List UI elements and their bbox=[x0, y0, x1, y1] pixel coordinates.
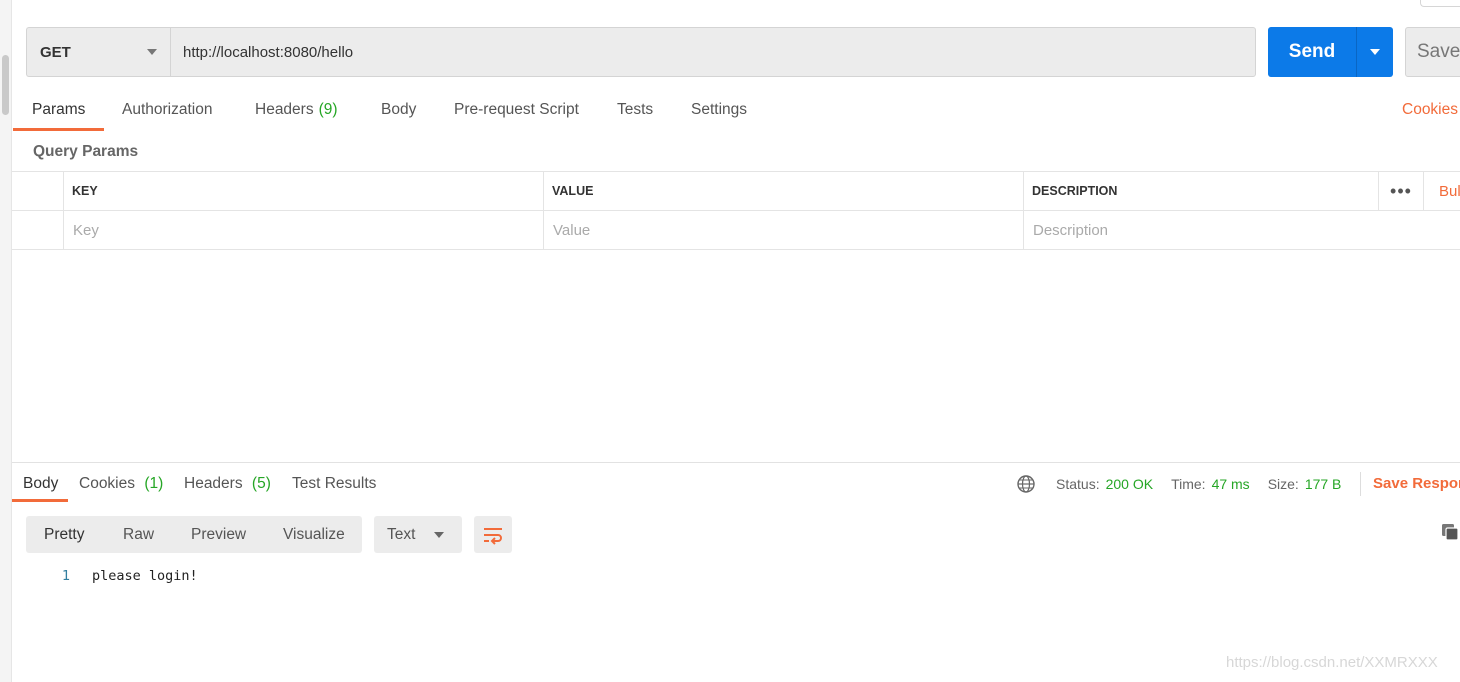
response-status-bar: Status: 200 OK Time: 47 ms Size: 177 B bbox=[1016, 472, 1359, 496]
request-tabs: Params Authorization Headers (9) Body Pr… bbox=[12, 95, 1460, 131]
url-input[interactable]: http://localhost:8080/hello bbox=[170, 27, 1256, 77]
tab-count: (9) bbox=[318, 101, 338, 118]
chevron-down-icon bbox=[434, 532, 444, 538]
table-header-row: KEY VALUE DESCRIPTION ••• Bulk Edit bbox=[12, 172, 1460, 211]
tab-label: Tests bbox=[617, 101, 654, 118]
tab-label: Test Results bbox=[292, 475, 377, 492]
response-tab-test-results[interactable]: Test Results bbox=[292, 468, 376, 502]
tab-label: Settings bbox=[691, 101, 748, 118]
tab-params[interactable]: Params bbox=[12, 95, 105, 131]
param-description-input[interactable]: Description bbox=[1023, 211, 1460, 249]
copy-icon[interactable] bbox=[1440, 522, 1460, 542]
view-raw-button[interactable]: Raw bbox=[123, 516, 154, 553]
tab-settings[interactable]: Settings bbox=[691, 95, 747, 131]
column-header-value: VALUE bbox=[543, 172, 1023, 210]
param-value-input[interactable]: Value bbox=[543, 211, 1023, 249]
format-value: Text bbox=[387, 525, 416, 543]
response-tabs: Body Cookies (1) Headers (5) Test Result… bbox=[11, 468, 812, 502]
view-preview-button[interactable]: Preview bbox=[191, 516, 246, 553]
query-params-title: Query Params bbox=[33, 143, 139, 160]
response-body-text: please login! bbox=[92, 568, 198, 584]
method-select[interactable]: GET bbox=[26, 27, 170, 77]
send-button[interactable]: Send bbox=[1268, 27, 1356, 77]
response-tab-headers[interactable]: Headers (5) bbox=[184, 468, 271, 502]
status-label: Status: bbox=[1056, 476, 1100, 492]
column-header-description: DESCRIPTION bbox=[1023, 172, 1378, 210]
tab-label: Pre-request Script bbox=[454, 101, 579, 118]
tab-label: Body bbox=[23, 475, 59, 492]
tab-count: (5) bbox=[251, 475, 271, 492]
chevron-down-icon bbox=[1370, 49, 1380, 55]
time-label: Time: bbox=[1171, 476, 1206, 492]
column-header-key: KEY bbox=[63, 172, 543, 210]
tab-count: (1) bbox=[144, 475, 164, 492]
chevron-down-icon bbox=[147, 49, 157, 55]
method-value: GET bbox=[40, 43, 71, 61]
size-label: Size: bbox=[1267, 476, 1299, 492]
wrap-lines-icon bbox=[484, 527, 502, 545]
tab-tests[interactable]: Tests bbox=[617, 95, 653, 131]
save-response-button[interactable]: Save Response bbox=[1373, 475, 1460, 492]
view-mode-group: Pretty Raw Preview Visualize bbox=[26, 516, 362, 553]
watermark-text: https://blog.csdn.net/XXMRXXX bbox=[1226, 654, 1438, 671]
cookies-link[interactable]: Cookies bbox=[1402, 101, 1458, 119]
top-right-corner-control bbox=[1420, 0, 1460, 7]
view-pretty-button[interactable]: Pretty bbox=[44, 516, 84, 553]
tab-label: Cookies bbox=[79, 475, 135, 492]
url-value: http://localhost:8080/hello bbox=[183, 43, 354, 61]
tab-label: Authorization bbox=[122, 101, 213, 118]
view-visualize-button[interactable]: Visualize bbox=[283, 516, 345, 553]
globe-icon[interactable] bbox=[1016, 474, 1036, 494]
tab-label: Headers bbox=[255, 101, 314, 118]
response-tab-body[interactable]: Body bbox=[11, 468, 69, 502]
tab-body[interactable]: Body bbox=[381, 95, 416, 131]
postman-window: GET http://localhost:8080/hello Send Sav… bbox=[0, 0, 1460, 682]
table-row: Key Value Description bbox=[12, 211, 1460, 250]
wrap-lines-button[interactable] bbox=[474, 516, 512, 553]
tab-label: Body bbox=[381, 101, 417, 118]
tab-label: Headers bbox=[184, 475, 243, 492]
pane-divider[interactable] bbox=[12, 462, 1460, 463]
left-scrollbar[interactable] bbox=[0, 0, 12, 682]
format-select[interactable]: Text bbox=[374, 516, 462, 553]
left-scrollbar-thumb[interactable] bbox=[2, 55, 9, 115]
tab-headers[interactable]: Headers (9) bbox=[255, 95, 338, 131]
send-options-button[interactable] bbox=[1356, 27, 1393, 77]
query-params-table: KEY VALUE DESCRIPTION ••• Bulk Edit Key … bbox=[12, 171, 1460, 250]
tab-pre-request-script[interactable]: Pre-request Script bbox=[454, 95, 579, 131]
param-key-input[interactable]: Key bbox=[63, 211, 543, 249]
save-button[interactable]: Save bbox=[1405, 27, 1460, 77]
more-options-icon[interactable]: ••• bbox=[1378, 172, 1423, 210]
size-value[interactable]: 177 B bbox=[1305, 476, 1342, 492]
status-divider bbox=[1360, 472, 1361, 496]
line-number: 1 bbox=[61, 568, 70, 584]
tab-label: Params bbox=[32, 101, 86, 118]
bulk-edit-link[interactable]: Bulk Edit bbox=[1423, 172, 1460, 210]
time-value[interactable]: 47 ms bbox=[1212, 476, 1250, 492]
tab-authorization[interactable]: Authorization bbox=[122, 95, 212, 131]
response-tab-cookies[interactable]: Cookies (1) bbox=[79, 468, 163, 502]
status-value[interactable]: 200 OK bbox=[1106, 476, 1153, 492]
